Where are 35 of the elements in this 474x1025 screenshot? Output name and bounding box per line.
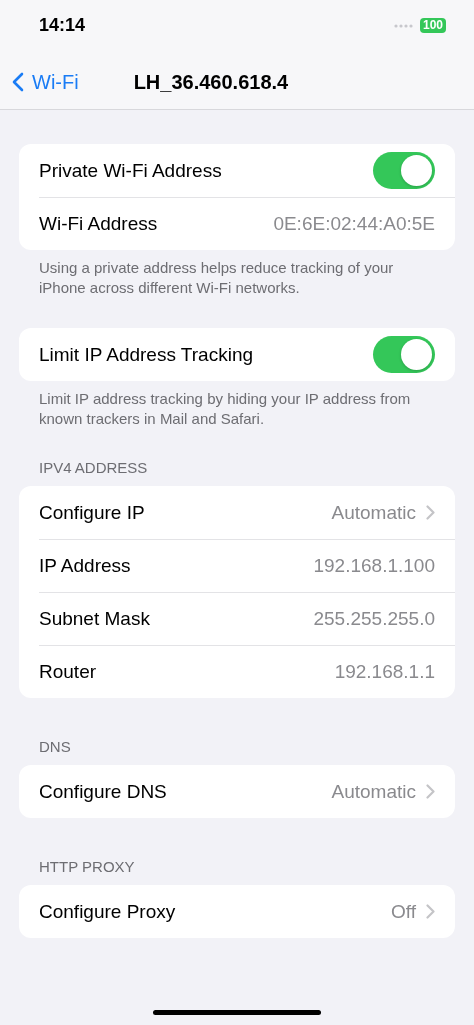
settings-row[interactable]: Configure Proxy Off	[19, 885, 455, 938]
back-button[interactable]: Wi-Fi	[12, 70, 79, 94]
row-label: Limit IP Address Tracking	[39, 343, 255, 366]
row-value: Off	[391, 900, 416, 923]
battery-level: 100	[419, 18, 446, 33]
toggle-switch[interactable]	[373, 152, 435, 189]
row-label: Configure Proxy	[39, 900, 177, 923]
chevron-icon	[426, 904, 435, 919]
section-header: HTTP PROXY	[38, 858, 136, 877]
row-value: Automatic	[331, 501, 416, 524]
chevron-icon	[426, 505, 435, 520]
row-value: Automatic	[331, 780, 416, 803]
row-label: Configure DNS	[39, 780, 168, 803]
settings-row[interactable]: Configure DNS Automatic	[19, 765, 455, 818]
back-chevron-icon	[12, 72, 24, 92]
row-label: Router	[39, 660, 98, 683]
status-time: 14:14	[39, 15, 86, 36]
row-value: 0E:6E:02:44:A0:5E	[273, 212, 435, 235]
signal-icon	[393, 23, 414, 28]
row-label: Wi-Fi Address	[39, 212, 159, 235]
chevron-icon	[426, 784, 435, 799]
section-footer: Limit IP address tracking by hiding your IP address from known trackers in Mail and Safari.	[0, 381, 474, 429]
row-label: Subnet Mask	[39, 607, 151, 630]
row-value: 192.168.1.100	[313, 554, 435, 577]
settings-row[interactable]: Configure IP Automatic	[19, 486, 455, 539]
row-label: IP Address	[39, 554, 132, 577]
toggle-switch[interactable]	[373, 336, 435, 373]
row-label: Configure IP	[39, 501, 146, 524]
section-header: DNS	[38, 738, 72, 757]
row-value: 255.255.255.0	[313, 607, 435, 630]
nav-title: LH_36.460.618.4	[133, 70, 289, 94]
row-value: 192.168.1.1	[334, 660, 435, 683]
section-header: IPV4 ADDRESS	[38, 459, 149, 478]
row-label: Private Wi-Fi Address	[39, 159, 223, 182]
section-footer: Using a private address helps reduce tracking of your iPhone across different Wi-Fi networks.	[0, 250, 474, 298]
